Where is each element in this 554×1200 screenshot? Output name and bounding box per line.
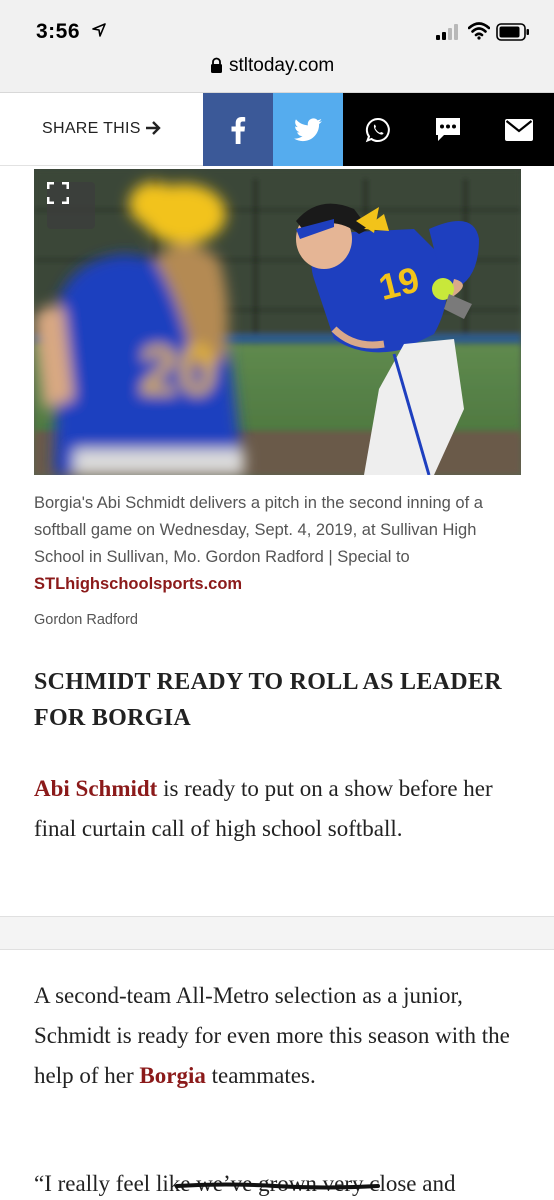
browser-address-bar[interactable]: stltoday.com: [0, 50, 554, 93]
share-email-button[interactable]: [483, 93, 554, 166]
envelope-icon: [504, 118, 533, 141]
location-arrow-icon: [92, 23, 106, 37]
article-subheadline: SCHMIDT READY TO ROLL AS LEADER FOR BORG…: [34, 669, 502, 731]
photo-credit: Gordon Radford: [34, 612, 138, 628]
softball-photo-illustration: 20 19: [34, 169, 521, 475]
share-sms-button[interactable]: [413, 93, 483, 166]
sms-chat-icon: [436, 117, 460, 141]
share-whatsapp-button[interactable]: [343, 93, 413, 166]
ad-divider: [0, 916, 554, 950]
wifi-icon: [468, 22, 490, 40]
battery-icon: [496, 23, 529, 41]
svg-text:20: 20: [139, 331, 217, 409]
expand-photo-button[interactable]: [47, 182, 95, 229]
fullscreen-icon: [47, 182, 69, 204]
share-facebook-button[interactable]: [203, 93, 273, 166]
article-photo[interactable]: 20 19: [34, 169, 521, 475]
share-twitter-button[interactable]: [273, 93, 343, 166]
twitter-icon: [294, 117, 322, 141]
caption-text: Borgia's Abi Schmidt delivers a pitch in…: [34, 494, 483, 566]
url-text: stltoday.com: [229, 55, 335, 76]
photo-caption: Borgia's Abi Schmidt delivers a pitch in…: [34, 490, 524, 598]
paragraph-text: teammates.: [205, 1063, 316, 1088]
status-bar: 3:56: [0, 0, 554, 50]
athlete-link[interactable]: Abi Schmidt: [34, 776, 157, 801]
lock-icon: [211, 57, 222, 73]
article-paragraph: A second-team All-Metro selection as a j…: [34, 976, 524, 1096]
facebook-icon: [231, 116, 246, 144]
strikethrough-mark: [175, 1182, 380, 1190]
whatsapp-icon: [365, 117, 390, 142]
school-link[interactable]: Borgia: [139, 1063, 205, 1088]
arrow-right-icon: [146, 121, 161, 135]
article-paragraph: Abi Schmidt is ready to put on a show be…: [34, 769, 524, 849]
share-bar: SHARE THIS: [0, 93, 554, 166]
share-label: SHARE THIS: [42, 120, 141, 137]
status-time: 3:56: [36, 20, 81, 43]
cellular-signal-icon: [436, 24, 458, 40]
caption-link[interactable]: STLhighschoolsports.com: [34, 575, 242, 593]
